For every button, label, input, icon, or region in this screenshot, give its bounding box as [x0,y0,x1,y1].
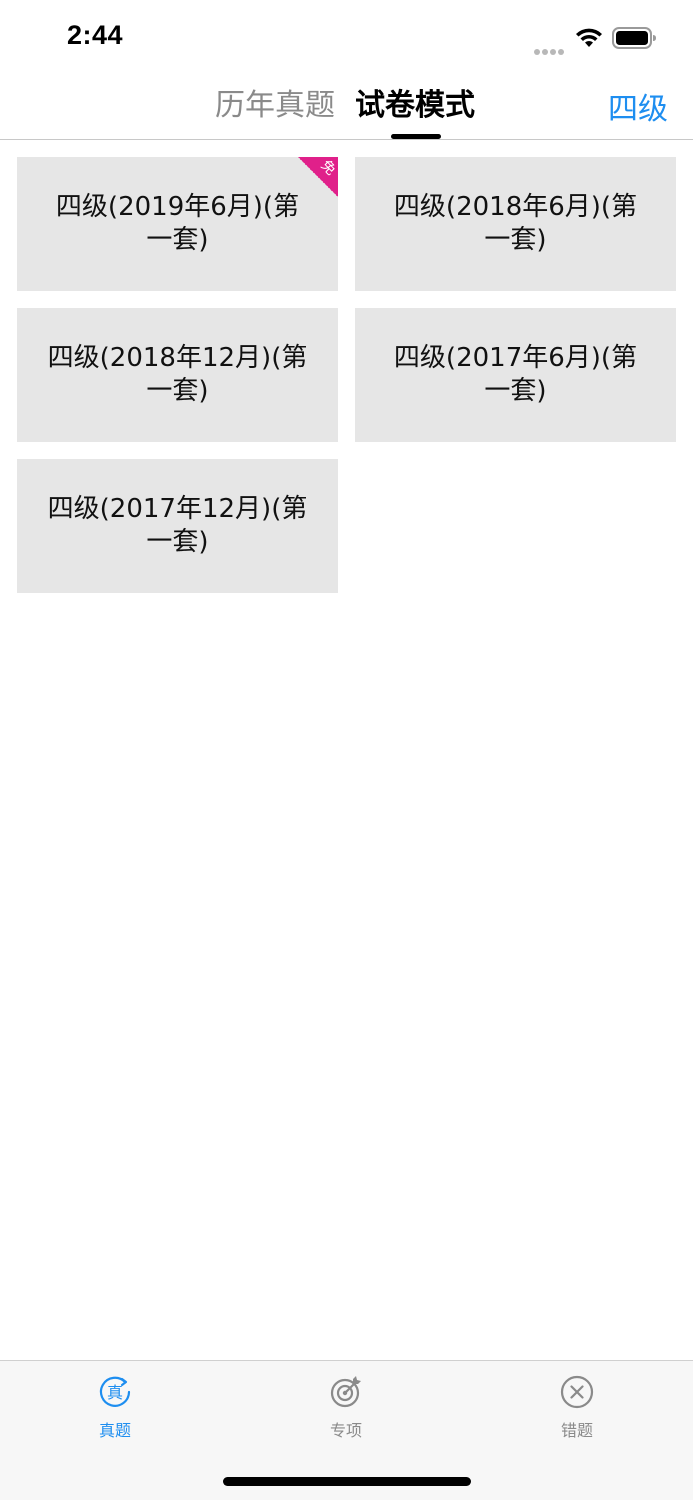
paper-card-label: 四级(2017年12月)(第 一套) [47,494,308,557]
level-select-button[interactable]: 四级 [608,90,668,130]
tab-bar-item-real-exams[interactable]: 真 真题 [55,1375,175,1445]
battery-icon [612,27,657,49]
svg-text:真: 真 [107,1383,123,1402]
close-circle-icon [560,1375,594,1409]
paper-card-label: 四级(2019年6月)(第 一套) [55,192,300,255]
free-badge-label: 免 [317,157,338,179]
paper-card[interactable]: 四级(2017年6月)(第 一套) [355,308,676,442]
nav-divider [0,139,693,140]
tab-bar-label: 错题 [560,1421,593,1440]
wifi-icon [575,26,603,48]
free-badge: 免 [298,157,338,197]
tab-bar-label: 真题 [98,1421,131,1440]
paper-card[interactable]: 四级(2019年6月)(第 一套) 免 [17,157,338,291]
paper-card[interactable]: 四级(2017年12月)(第 一套) [17,459,338,593]
status-bar: 2:44 [0,0,693,76]
tab-bar-item-special-practice[interactable]: 专项 [286,1375,406,1445]
tab-history-exams[interactable]: 历年真题 [215,86,340,126]
paper-card-label: 四级(2017年6月)(第 一套) [393,343,638,406]
target-icon [329,1375,363,1409]
nav-bar: 历年真题 试卷模式 四级 [0,76,693,140]
screen: 2:44 历年真题 试卷模式 四级 四级(2019年6月)(第 一套) 免 四级… [0,0,693,1500]
cellular-signal-icon [534,40,566,55]
tab-paper-mode[interactable]: 试卷模式 [355,86,477,126]
real-exam-icon: 真 [98,1375,132,1409]
home-indicator [223,1477,471,1486]
paper-card[interactable]: 四级(2018年6月)(第 一套) [355,157,676,291]
paper-card-label: 四级(2018年12月)(第 一套) [47,343,308,406]
paper-card[interactable]: 四级(2018年12月)(第 一套) [17,308,338,442]
tab-bar-label: 专项 [329,1421,362,1440]
paper-card-label: 四级(2018年6月)(第 一套) [393,192,638,255]
status-time: 2:44 [67,20,124,50]
tab-bar-item-wrong-answers[interactable]: 错题 [517,1375,637,1445]
